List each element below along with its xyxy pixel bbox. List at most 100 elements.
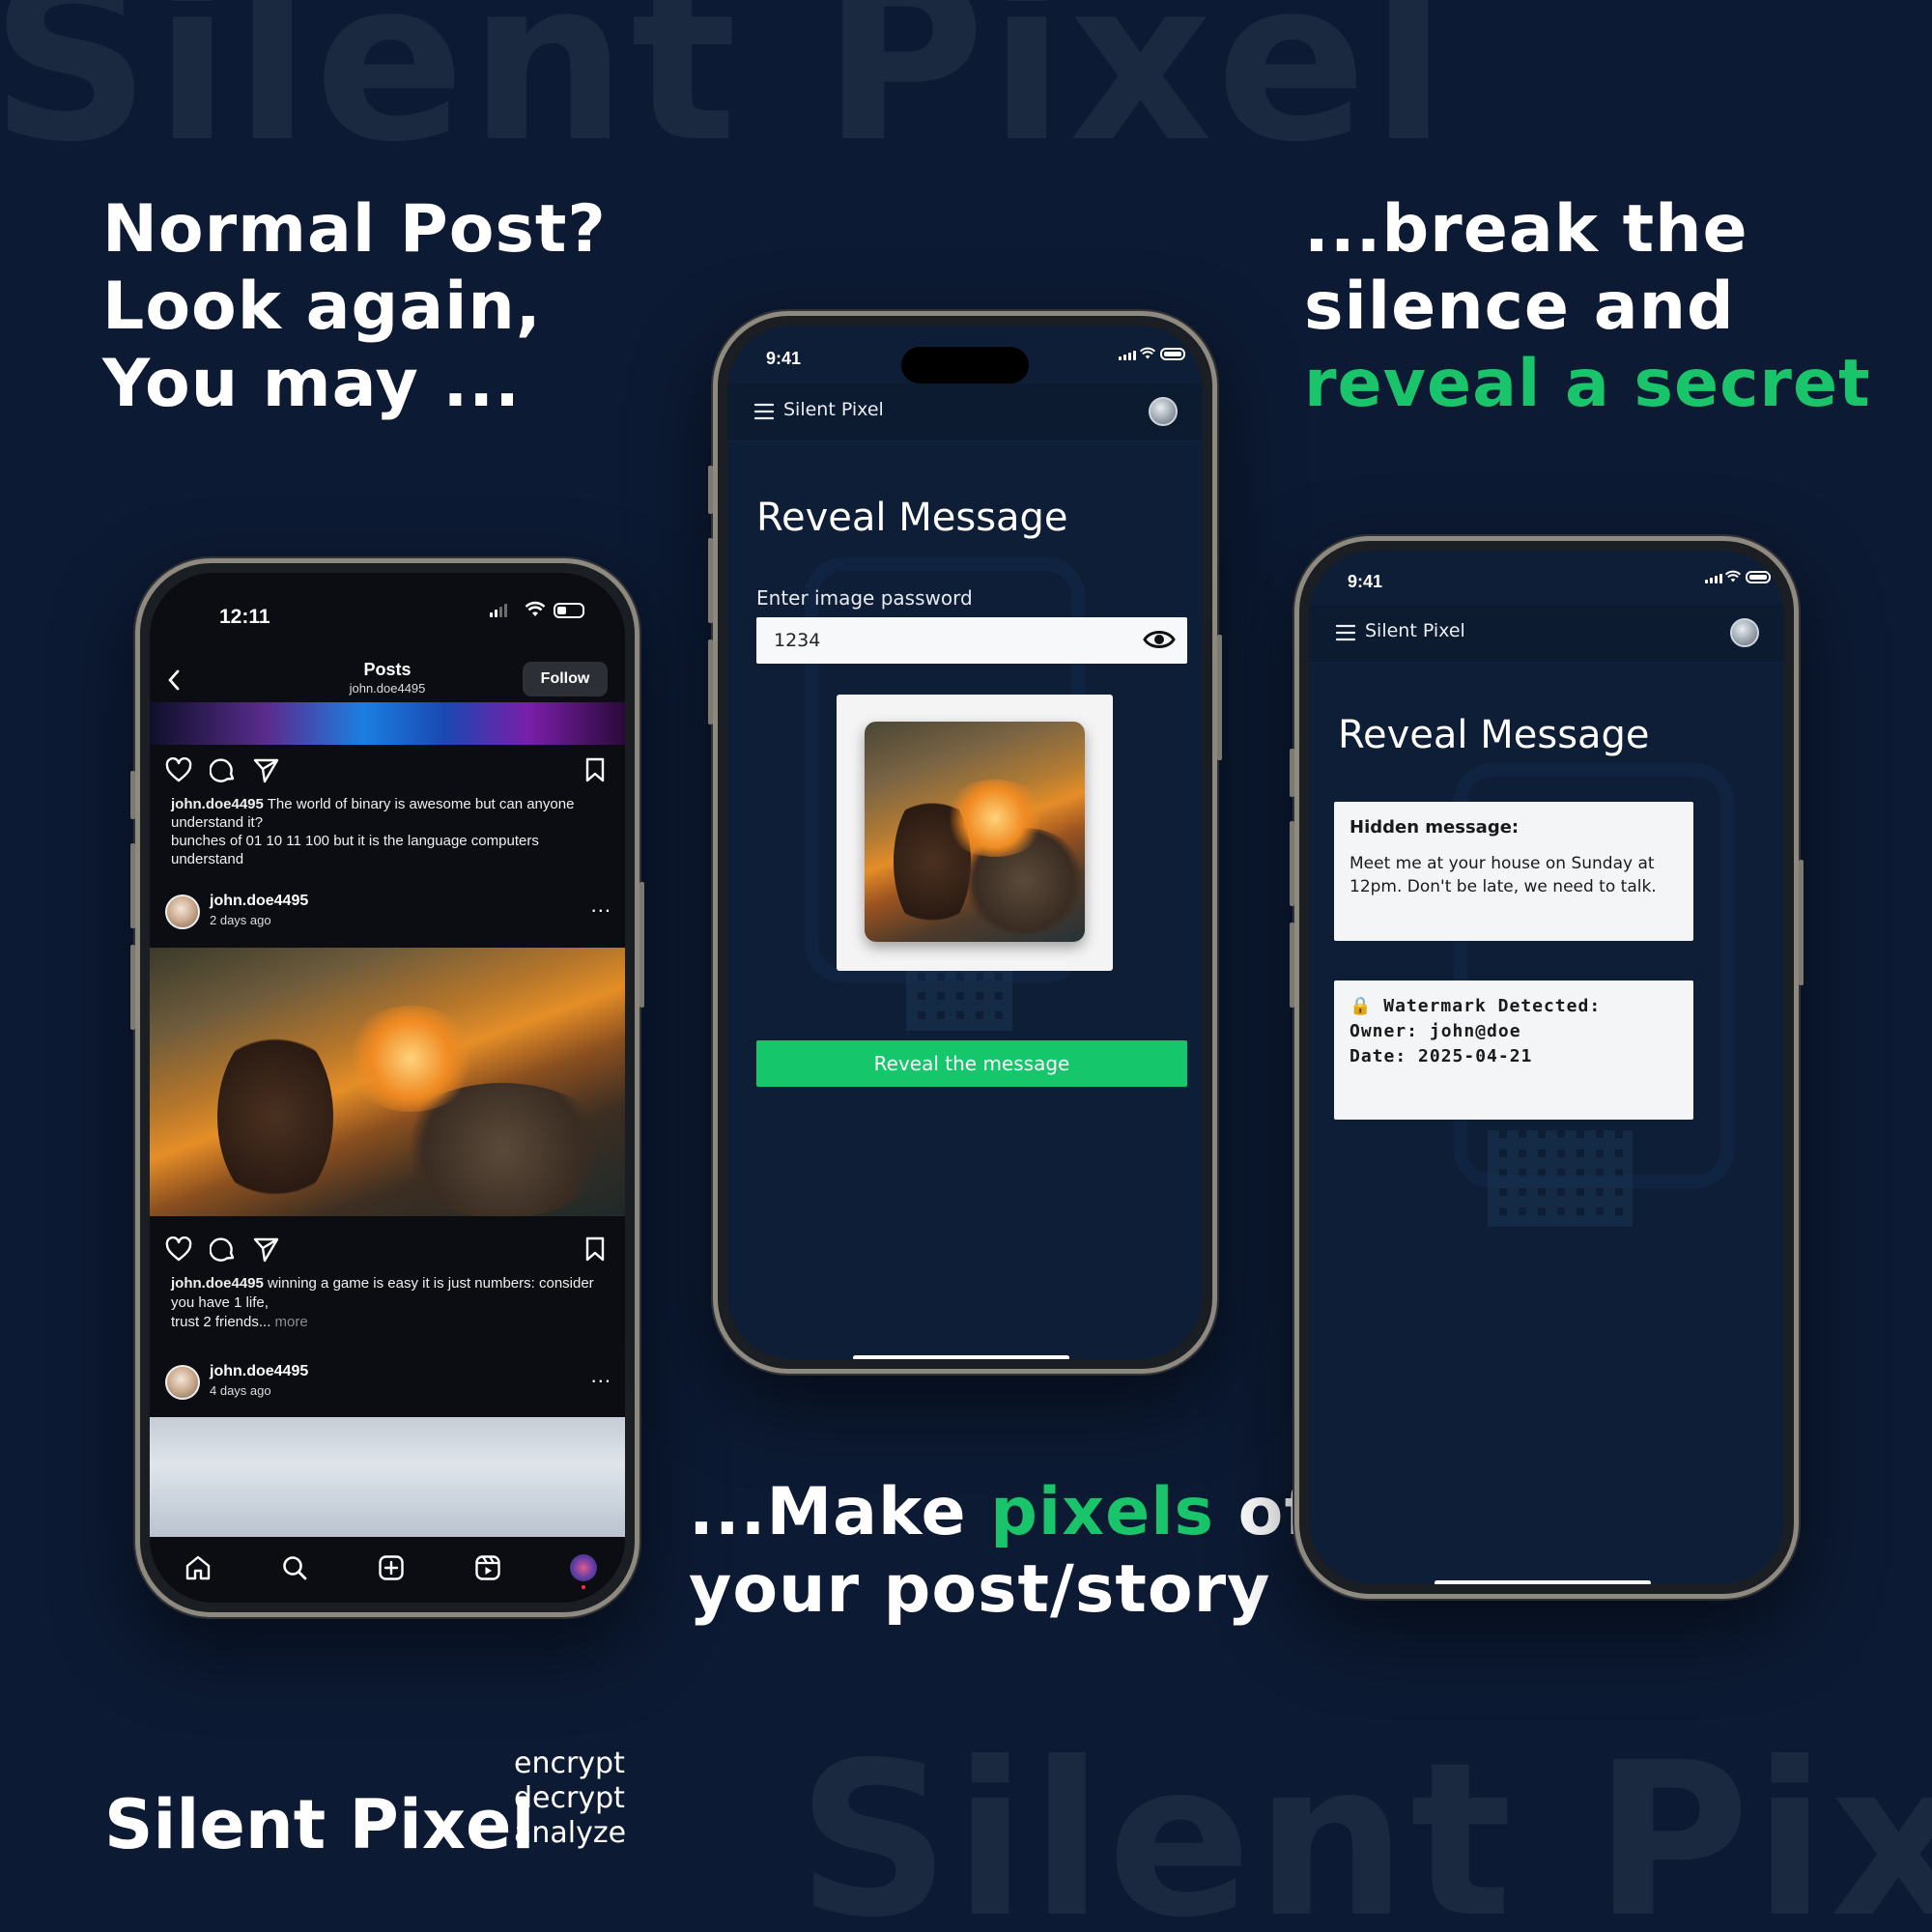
tagline-encrypt: encrypt [514,1747,625,1780]
hidden-message-card: Hidden message: Meet me at your house on… [1334,802,1693,941]
phone-power-button [639,882,644,1008]
headline-right-line-2: silence and [1304,269,1735,345]
comment-icon[interactable] [210,757,236,783]
battery-icon [1160,348,1185,360]
headline-right-line-1: ...break the [1304,191,1748,268]
watermark-owner: Owner: john@doe [1350,1021,1521,1041]
previous-post-image [150,702,625,745]
search-icon[interactable] [281,1554,308,1581]
avatar[interactable] [1149,397,1178,426]
phone-power-button [1217,635,1222,760]
headline-bottom-line-1: ...Make pixels of [689,1474,1314,1551]
background-watermark-top: Silent Pixel [0,0,1451,191]
share-send-icon[interactable] [253,1236,279,1263]
show-password-eye-icon[interactable] [1143,627,1176,652]
phone-instagram: 12:11 Posts john.doe4495 Follow john.doe… [130,558,644,1617]
headline-bottom-prefix: ...Make [689,1474,991,1550]
like-heart-icon[interactable] [165,1236,192,1262]
app-bar: Silent Pixel [727,384,1203,441]
selected-image-preview [865,722,1085,942]
background-qr-decoration [1488,1130,1633,1227]
phone-volume-up [1290,821,1294,906]
bookmark-icon[interactable] [584,1236,606,1262]
post-caption-1: john.doe4495 The world of binary is awes… [171,795,596,868]
caption-more-link[interactable]: more [275,1314,308,1330]
cellular-signal-icon [1119,351,1136,360]
wifi-icon [1139,347,1156,359]
caption-2-line-2-text: trust 2 friends... [171,1314,275,1330]
caption-2-line-1: john.doe4495 winning a game is easy it i… [171,1274,596,1313]
battery-icon [1746,571,1771,583]
post-actions-bar [150,752,625,790]
post-3-more-options[interactable]: ... [591,1363,611,1388]
post-image-fire [343,1006,478,1112]
wifi-icon [1724,570,1742,582]
reels-icon[interactable] [474,1554,501,1581]
background-watermark-bottom: Silent Pixel [797,1717,1932,1932]
avatar[interactable] [1730,618,1759,647]
caption-1-username[interactable]: john.doe4495 [171,796,264,812]
hidden-message-heading: Hidden message: [1350,817,1520,838]
post-3-username[interactable]: john.doe4495 [210,1363,308,1380]
watermark-card: 🔒 Watermark Detected: Owner: john@doe Da… [1334,980,1693,1120]
page-title: Reveal Message [756,496,1068,540]
home-indicator[interactable] [853,1355,1069,1359]
headline-bottom-line-2: your post/story [689,1551,1271,1628]
tagline-decrypt: decrypt [514,1781,625,1815]
watermark-heading: 🔒 Watermark Detected: [1350,996,1602,1016]
image-preview-card [837,695,1113,971]
preview-fire [942,780,1048,857]
profile-icon[interactable] [570,1554,597,1581]
notification-dot [582,1585,585,1589]
status-bar: 12:11 [150,573,625,650]
posts-header: Posts john.doe4495 Follow [150,654,625,702]
comment-icon[interactable] [210,1236,236,1263]
post-3-time: 4 days ago [210,1383,271,1398]
home-indicator[interactable] [1435,1580,1651,1584]
hamburger-menu-icon[interactable] [1336,624,1355,641]
headline-right-line-3: reveal a secret [1304,346,1871,422]
post-caption-2: john.doe4495 winning a game is easy it i… [171,1274,596,1332]
post-3-image[interactable] [150,1417,625,1537]
add-post-icon[interactable] [378,1554,405,1581]
status-time: 9:41 [766,349,802,368]
home-icon[interactable] [185,1554,212,1581]
battery-icon [554,603,584,618]
headline-left: Normal Post? Look again, You may ... [102,191,607,423]
post-2-username[interactable]: john.doe4495 [210,893,308,910]
phone-volume-up [708,538,713,623]
bottom-tab-bar [150,1537,625,1603]
password-input[interactable] [756,617,1187,664]
password-label: Enter image password [756,586,973,610]
caption-1-line-1: john.doe4495 The world of binary is awes… [171,795,596,832]
app-bar: Silent Pixel [1309,605,1784,663]
brand-name: Silent Pixel [104,1785,535,1864]
like-heart-icon[interactable] [165,757,192,782]
post-header-2: john.doe4495 2 days ago ... [150,889,625,937]
phone-volume-down [1290,923,1294,1008]
caption-2-username[interactable]: john.doe4495 [171,1275,264,1292]
avatar[interactable] [165,1365,200,1400]
phone-reveal-input: 9:41 Silent Pixel Reveal Message Enter i… [708,311,1222,1374]
post-actions-bar-2 [150,1231,625,1269]
phone-power-button [1799,860,1804,985]
headline-left-line-2: Look again, [102,269,542,345]
bookmark-icon[interactable] [584,757,606,782]
status-time: 9:41 [1348,572,1383,591]
post-2-more-options[interactable]: ... [591,893,611,918]
phone-side-button [708,466,713,514]
reveal-message-button[interactable]: Reveal the message [756,1040,1187,1087]
hamburger-menu-icon[interactable] [754,403,774,420]
post-2-time: 2 days ago [210,913,271,927]
caption-1-line-2: bunches of 01 10 11 100 but it is the la… [171,833,539,867]
follow-button[interactable]: Follow [523,662,608,696]
hidden-message-body: Meet me at your house on Sunday at 12pm.… [1350,854,1657,896]
post-2-image[interactable] [150,948,625,1216]
share-send-icon[interactable] [253,757,279,783]
watermark-date: Date: 2025-04-21 [1350,1046,1533,1066]
page-title: Reveal Message [1338,713,1650,757]
avatar[interactable] [165,895,200,929]
headline-right: ...break the silence and reveal a secret [1304,191,1871,423]
dynamic-island [901,347,1029,384]
phone-side-button [130,771,135,819]
